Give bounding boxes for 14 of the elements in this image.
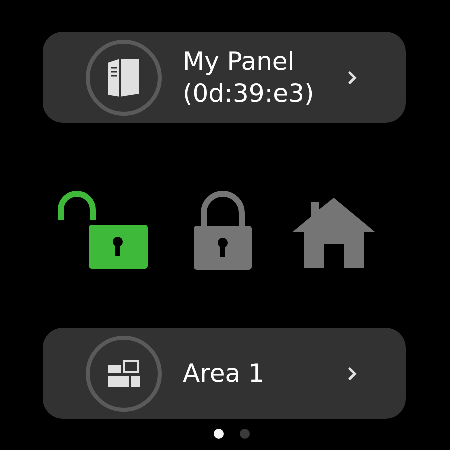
panel-icon	[108, 58, 140, 96]
area-name: Area 1	[183, 358, 266, 390]
panel-card[interactable]: My Panel (0d:39:e3)	[43, 32, 406, 123]
area-icon	[108, 360, 140, 388]
padlock-icon[interactable]	[193, 190, 253, 270]
page-dot[interactable]	[240, 429, 250, 439]
home-icon[interactable]	[291, 196, 377, 268]
area-card[interactable]: Area 1	[43, 328, 406, 419]
unlocked-padlock-icon[interactable]	[57, 190, 149, 270]
chevron-icon	[348, 366, 358, 380]
page-dot[interactable]	[214, 429, 224, 439]
chevron-icon	[348, 70, 358, 84]
panel-id: (0d:39:e3)	[183, 78, 316, 110]
panel-name: My Panel	[183, 46, 296, 78]
